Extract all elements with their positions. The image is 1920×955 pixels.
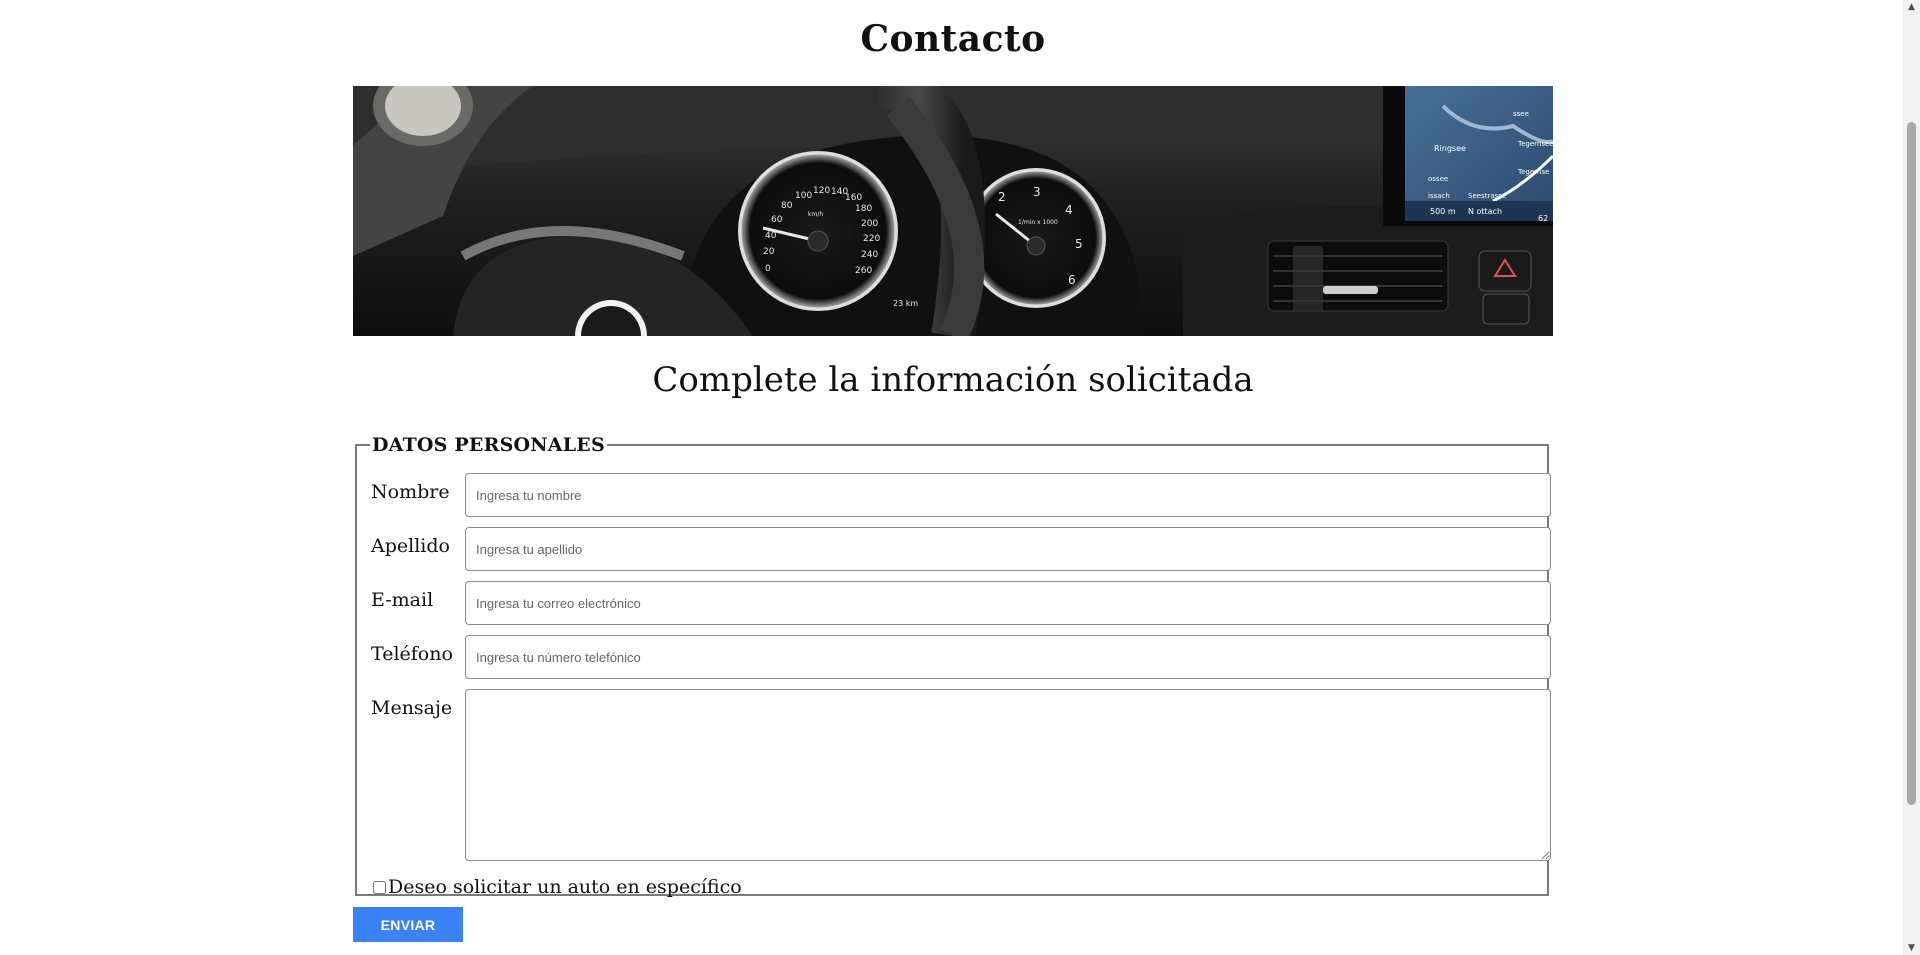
vertical-scrollbar[interactable]: ▲ ▼ [1903,0,1920,955]
speedo-tick: 220 [863,234,880,244]
nav-number: 62 [1538,214,1548,223]
tacho-tick: 5 [1075,237,1083,251]
map-label-tegernsee: Tegernsee [1517,140,1553,148]
speedo-tick: 120 [813,186,830,196]
tacho-tick: 2 [998,190,1006,204]
apellido-input[interactable] [465,527,1551,571]
map-label-ossee: ossee [1428,175,1448,183]
car-dashboard-illustration: Ringsee Tegernsee ossee issach Seestrass… [353,86,1553,336]
personal-data-fieldset: DATOS PERSONALES Nombre Apellido E-mail … [355,434,1551,898]
map-label-ringsee: Ringsee [1434,144,1466,153]
mensaje-textarea[interactable] [465,689,1551,861]
form-subtitle: Complete la información solicitada [652,360,1254,400]
specific-car-label[interactable]: Deseo solicitar un auto en específico [388,876,742,898]
nav-direction: N ottach [1468,207,1502,216]
speedo-tick: 20 [763,247,775,257]
telefono-label: Teléfono [371,643,453,665]
specific-car-checkbox[interactable] [373,880,386,894]
contact-page: Contacto Ringsee Tegernsee ossee issach … [0,0,1920,955]
submit-button[interactable]: ENVIAR [353,907,463,942]
nombre-input[interactable] [465,473,1551,517]
speedo-tick: 40 [765,231,777,241]
tacho-tick: 6 [1068,273,1076,287]
map-label-issach: issach [1428,192,1450,200]
fieldset-legend: DATOS PERSONALES [372,434,605,456]
speedo-tick: 0 [765,264,771,274]
email-input[interactable] [465,581,1551,625]
map-label-tegernse: Tegernse [1517,168,1549,176]
speedo-tick: 200 [861,219,878,229]
main-container: Contacto Ringsee Tegernsee ossee issach … [353,0,1553,942]
speedo-tick: 80 [781,201,793,211]
tacho-tick: 3 [1033,185,1041,199]
nav-distance: 500 m [1430,207,1456,216]
scroll-up-arrow-icon[interactable]: ▲ [1903,0,1920,14]
specific-car-row: Deseo solicitar un auto en específico [373,876,742,898]
email-label: E-mail [371,589,434,611]
mensaje-label: Mensaje [371,697,453,719]
scroll-down-arrow-icon[interactable]: ▼ [1903,941,1920,955]
speedo-tick: 160 [845,193,862,203]
page-title: Contacto [860,18,1046,60]
tacho-unit: 1/min x 1000 [1018,219,1058,226]
speedo-tick: 240 [861,250,878,260]
map-label-ssee: ssee [1513,110,1529,118]
map-label-seestrasse: Seestrasse [1468,192,1506,200]
speedo-tick: 260 [855,266,872,276]
speedo-unit: km/h [808,211,823,218]
speedo-tick: 60 [771,215,783,225]
scroll-thumb[interactable] [1907,122,1916,805]
speedo-tick: 180 [855,204,872,214]
speedo-tick: 100 [795,191,812,201]
tacho-tick: 4 [1065,203,1073,217]
telefono-input[interactable] [465,635,1551,679]
hero-image: Ringsee Tegernsee ossee issach Seestrass… [353,86,1553,336]
nombre-label: Nombre [371,481,450,503]
odometer: 23 km [893,299,918,308]
apellido-label: Apellido [371,535,450,557]
